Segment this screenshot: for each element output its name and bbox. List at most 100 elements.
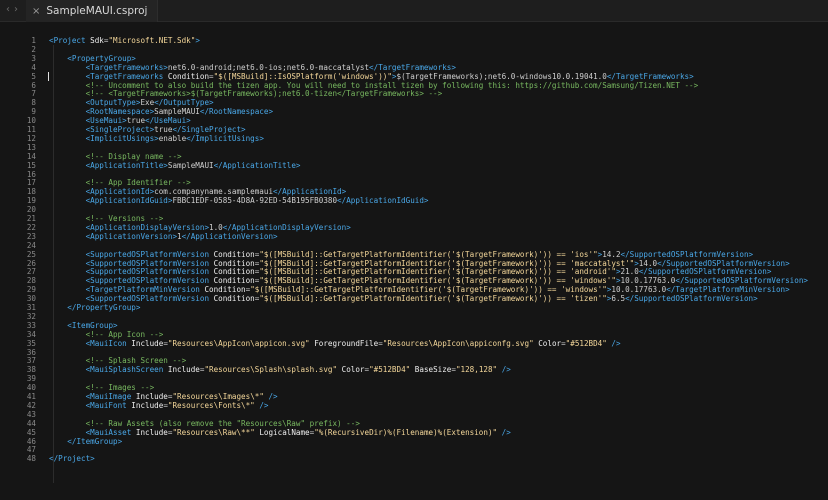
code-token: <ApplicationId> [85, 187, 155, 197]
code-token: </PropertyGroup> [67, 303, 141, 312]
code-token: /> [497, 427, 511, 437]
code-token: <RootNamespace> [85, 107, 155, 117]
code-line[interactable]: 23 <ApplicationVersion>1</ApplicationVer… [0, 231, 828, 242]
code-token: Condition [167, 71, 210, 81]
line-code: <ImplicitUsings>enable</ImplicitUsings> [49, 133, 264, 144]
code-token: <!-- App Identifier --> [85, 178, 191, 188]
code-line[interactable]: 35 <MauiIcon Include="Resources\AppIcon\… [0, 338, 828, 349]
code-token: Condition [213, 249, 255, 259]
code-token: <MauiIcon [85, 338, 132, 348]
code-line[interactable]: 38 <MauiSplashScreen Include="Resources\… [0, 365, 828, 375]
code-token: Condition [213, 267, 255, 277]
code-token: "#512BD4" [369, 365, 411, 375]
code-line[interactable]: 1 <Project Sdk="Microsoft.NET.Sdk"> [0, 36, 828, 46]
code-token: Condition [213, 294, 255, 304]
back-arrow-icon[interactable]: ‹ [6, 4, 10, 15]
line-code: <MauiFont Include="Resources\Fonts\*" /> [49, 400, 269, 411]
code-line[interactable]: 12 <ImplicitUsings>enable</ImplicitUsing… [0, 133, 828, 144]
code-line[interactable]: 32 [0, 312, 828, 322]
forward-arrow-icon[interactable]: › [14, 4, 18, 15]
code-token: 21.0 [620, 267, 639, 277]
code-token: /> [263, 392, 278, 401]
code-token: com.companyname.samplemaui [154, 187, 274, 197]
line-code: </Project> [49, 454, 95, 464]
code-line[interactable]: 48 </Project> [0, 454, 828, 464]
code-token: "Resources\Fonts\*" [167, 400, 255, 410]
code-token: <!-- Raw Assets (also remove the "Resour… [85, 418, 360, 428]
code-token: true [126, 116, 146, 126]
code-token: Condition [213, 276, 255, 286]
code-token: <MauiImage [85, 392, 136, 401]
line-code: <ApplicationIdGuid>FBBC1EDF-0585-4D8A-92… [49, 196, 429, 206]
code-token: Condition [213, 258, 255, 268]
code-token: ForegroundFile [309, 338, 379, 348]
code-token: /> [606, 338, 621, 348]
code-token: <SupportedOSPlatformVersion [85, 249, 214, 259]
code-line[interactable]: 47 [0, 445, 828, 455]
title-bar: ‹ › × SampleMAUI.csproj [0, 0, 828, 22]
close-icon[interactable]: × [32, 6, 40, 17]
code-token: <!-- Uncomment to also build the tizen a… [85, 80, 699, 90]
code-token: 6.5 [611, 294, 626, 304]
code-token: Color [533, 338, 562, 348]
code-token: </SupportedOSPlatformVersion> [638, 267, 772, 277]
code-line[interactable]: 45 <MauiAsset Include="Resources\Raw\**"… [0, 427, 828, 438]
code-token: </ItemGroup> [67, 436, 123, 446]
code-token: 10.0.17763.0 [611, 285, 667, 295]
code-line[interactable]: 42 <MauiFont Include="Resources\Fonts\*"… [0, 400, 828, 411]
code-line[interactable]: 19 <ApplicationIdGuid>FBBC1EDF-0585-4D8A… [0, 196, 828, 206]
code-token: $(TargetFrameworks);net6.0-windows10.0.1… [396, 71, 607, 81]
code-token: </ApplicationDisplayVersion> [222, 222, 351, 232]
code-token: </SupportedOSPlatformVersion> [625, 294, 758, 304]
code-token: <!-- Display name --> [85, 151, 182, 161]
code-token: </ImplicitUsings> [186, 133, 264, 143]
line-code: <MauiSplashScreen Include="Resources\Spl… [49, 365, 511, 375]
code-token: <MauiSplashScreen [85, 365, 168, 375]
code-line[interactable]: 15 <ApplicationTitle>SampleMAUI</Applica… [0, 160, 828, 171]
code-token: Sdk [90, 36, 104, 45]
code-token: <PropertyGroup> [67, 53, 136, 63]
code-token: "Resources\Images\*" [172, 392, 264, 401]
code-token: <!-- Images --> [85, 383, 155, 393]
code-token: <MauiAsset [85, 427, 136, 437]
code-token: </ApplicationTitle> [213, 160, 301, 170]
code-token: </ApplicationVersion> [181, 231, 278, 241]
code-token: <!-- Splash Screen --> [85, 356, 187, 366]
code-line[interactable]: 31 </PropertyGroup> [0, 303, 828, 313]
code-token: enable [158, 133, 187, 143]
tab-file[interactable]: × SampleMAUI.csproj [26, 0, 159, 22]
code-token: 14.2 [602, 249, 621, 259]
line-code: <MauiIcon Include="Resources\AppIcon\app… [49, 338, 621, 349]
code-token: <OutputType> [85, 98, 141, 108]
code-token: </Project> [49, 454, 95, 464]
code-token: > [195, 36, 200, 45]
code-token: Include [135, 392, 168, 401]
code-token: true [154, 125, 173, 134]
code-token: <ItemGroup> [67, 320, 118, 330]
line-code: <ApplicationVersion>1</ApplicationVersio… [49, 231, 278, 242]
code-editor[interactable]: 1 <Project Sdk="Microsoft.NET.Sdk"> 2 3 <Pr… [0, 36, 828, 500]
code-token: </TargetFrameworks> [606, 71, 694, 81]
code-token: <SupportedOSPlatformVersion [85, 294, 214, 304]
code-line[interactable]: 46 </ItemGroup> [0, 436, 828, 447]
code-token: </RootNamespace> [199, 107, 274, 117]
code-token: </TargetPlatformMinVersion> [666, 285, 790, 295]
